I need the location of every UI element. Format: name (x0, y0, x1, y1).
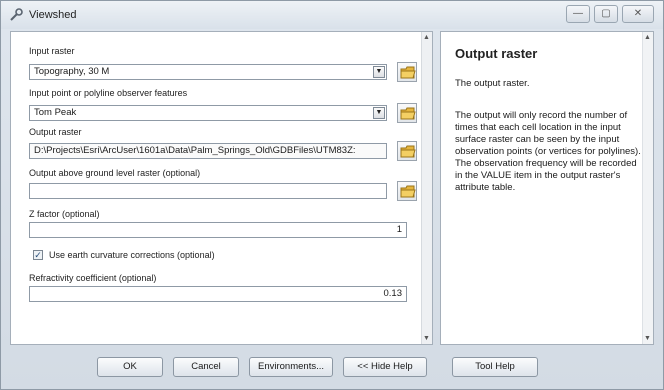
observer-features-browse-button[interactable] (397, 103, 417, 123)
output-raster-browse-button[interactable] (397, 141, 417, 161)
parameters-scrollbar[interactable]: ▲ ▼ (421, 32, 432, 344)
observer-features-combo[interactable]: Tom Peak ▼ (29, 105, 387, 121)
open-folder-icon (400, 145, 416, 158)
refractivity-value: 0.13 (383, 288, 403, 299)
help-description: The output will only record the number o… (455, 110, 641, 193)
environments-button[interactable]: Environments... (249, 357, 333, 377)
scroll-up-icon[interactable]: ▲ (644, 34, 651, 41)
help-summary: The output raster. (455, 78, 530, 89)
close-button[interactable]: ✕ (622, 5, 654, 23)
z-factor-field[interactable]: 1 (29, 222, 407, 238)
z-factor-value: 1 (396, 224, 402, 235)
help-scrollbar[interactable]: ▲ ▼ (642, 32, 653, 344)
open-folder-icon (400, 66, 416, 79)
open-folder-icon (400, 107, 416, 120)
ok-button[interactable]: OK (97, 357, 163, 377)
above-ground-label: Output above ground level raster (option… (29, 168, 201, 178)
scroll-down-icon[interactable]: ▼ (423, 335, 430, 342)
window-title: Viewshed (29, 9, 77, 21)
minimize-button[interactable]: — (566, 5, 590, 23)
observer-features-value: Tom Peak (34, 107, 77, 118)
cancel-button[interactable]: Cancel (173, 357, 239, 377)
scroll-down-icon[interactable]: ▼ (644, 335, 651, 342)
refractivity-field[interactable]: 0.13 (29, 286, 407, 302)
maximize-button[interactable]: ▢ (594, 5, 618, 23)
input-raster-combo[interactable]: Topography, 30 M ▼ (29, 64, 387, 80)
hide-help-button[interactable]: << Hide Help (343, 357, 427, 377)
z-factor-label: Z factor (optional) (29, 209, 100, 219)
above-ground-field[interactable] (29, 183, 387, 199)
scroll-up-icon[interactable]: ▲ (423, 34, 430, 41)
refractivity-label: Refractivity coefficient (optional) (29, 273, 157, 283)
tool-help-button[interactable]: Tool Help (452, 357, 538, 377)
title-bar: Viewshed — ▢ ✕ (1, 1, 663, 29)
output-raster-value: D:\Projects\Esri\ArcUser\1601a\Data\Palm… (34, 145, 356, 156)
output-raster-label: Output raster (29, 127, 82, 137)
input-raster-label: Input raster (29, 46, 75, 56)
input-raster-browse-button[interactable] (397, 62, 417, 82)
output-raster-field[interactable]: D:\Projects\Esri\ArcUser\1601a\Data\Palm… (29, 143, 387, 159)
dropdown-arrow-icon[interactable]: ▼ (373, 107, 385, 119)
viewshed-dialog: Viewshed — ▢ ✕ Input raster Topography, … (0, 0, 664, 390)
input-raster-value: Topography, 30 M (34, 66, 110, 77)
parameters-panel: Input raster Topography, 30 M ▼ Input po… (10, 31, 433, 345)
dropdown-arrow-icon[interactable]: ▼ (373, 66, 385, 78)
open-folder-icon (400, 185, 416, 198)
earth-curvature-checkbox[interactable]: ✓ (33, 250, 43, 260)
earth-curvature-label: Use earth curvature corrections (optiona… (49, 250, 215, 260)
wrench-tool-icon (10, 8, 23, 21)
help-title: Output raster (455, 46, 538, 61)
help-panel: Output raster The output raster. The out… (440, 31, 654, 345)
above-ground-browse-button[interactable] (397, 181, 417, 201)
observer-features-label: Input point or polyline observer feature… (29, 88, 188, 98)
